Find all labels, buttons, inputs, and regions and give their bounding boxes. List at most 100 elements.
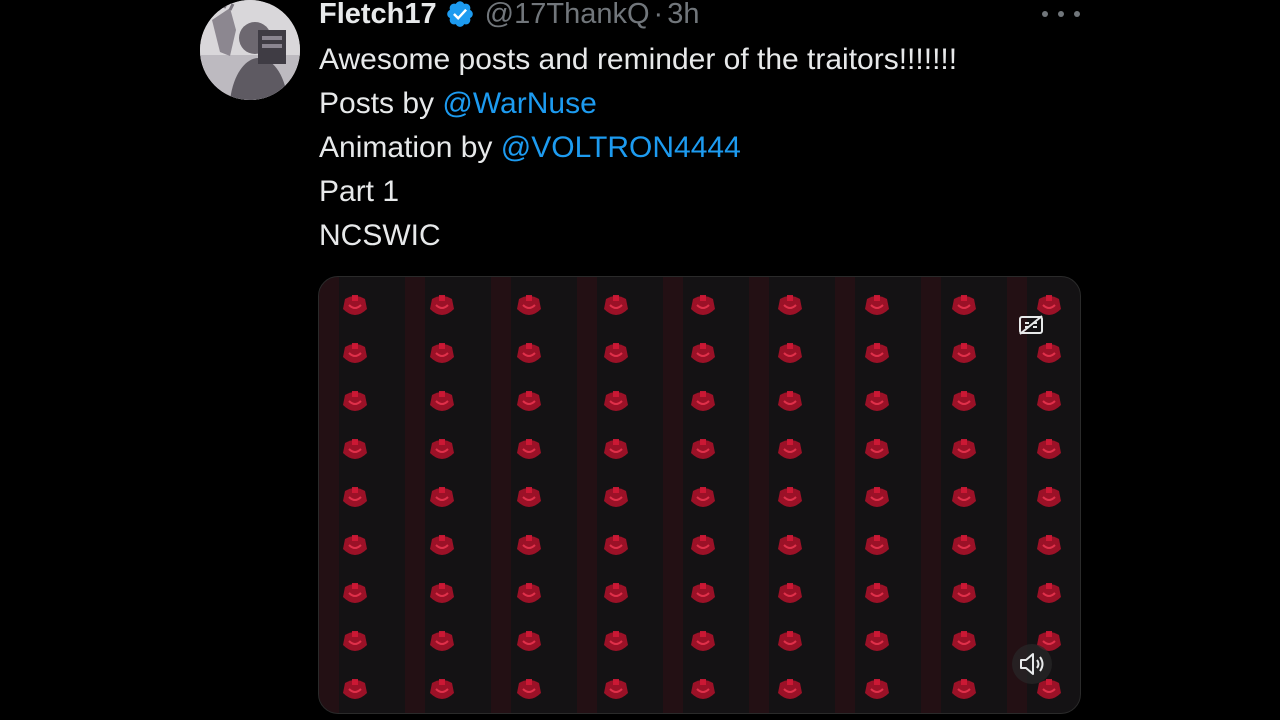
video-pattern-mark xyxy=(603,630,629,652)
video-pattern-mark xyxy=(342,678,368,700)
mention-link[interactable]: @VOLTRON4444 xyxy=(501,131,741,164)
video-pattern-mark xyxy=(516,630,542,652)
tweet-screen: Fletch17 @17ThankQ · 3h Awesome posts an… xyxy=(0,0,1280,720)
video-pattern-mark xyxy=(864,294,890,316)
video-pattern-mark xyxy=(777,678,803,700)
video-pattern-mark xyxy=(864,678,890,700)
video-pattern-mark xyxy=(777,630,803,652)
video-pattern-mark xyxy=(603,342,629,364)
video-pattern-mark xyxy=(342,486,368,508)
captions-off-icon xyxy=(1019,315,1043,335)
video-pattern-mark xyxy=(1036,486,1062,508)
video-pattern-mark xyxy=(429,486,455,508)
video-pattern-mark xyxy=(690,390,716,412)
video-pattern-mark xyxy=(1036,438,1062,460)
video-pattern-mark xyxy=(951,390,977,412)
video-pattern-mark xyxy=(777,534,803,556)
video-pattern-mark xyxy=(342,534,368,556)
tweet-line-text: Part 1 xyxy=(319,175,400,208)
video-pattern-mark xyxy=(603,438,629,460)
video-pattern-mark xyxy=(429,678,455,700)
author-display-name[interactable]: Fletch17 xyxy=(319,0,437,31)
video-pattern-mark xyxy=(777,342,803,364)
video-player[interactable] xyxy=(318,276,1081,714)
video-pattern-mark xyxy=(516,486,542,508)
video-pattern-mark xyxy=(603,390,629,412)
video-pattern-mark xyxy=(342,582,368,604)
video-pattern-mark xyxy=(516,390,542,412)
video-pattern-mark xyxy=(951,630,977,652)
video-pattern-mark xyxy=(951,486,977,508)
video-pattern-mark xyxy=(1036,534,1062,556)
video-pattern-mark xyxy=(1036,342,1062,364)
tweet-line: NCSWIC xyxy=(319,214,957,258)
tweet-line: Animation by @VOLTRON4444 xyxy=(319,126,957,170)
captions-button[interactable] xyxy=(1014,308,1048,342)
avatar-photo-icon xyxy=(200,0,300,100)
video-pattern-mark xyxy=(951,582,977,604)
tweet-line: Awesome posts and reminder of the traito… xyxy=(319,38,957,82)
tweet-line-text: Animation by xyxy=(319,131,501,164)
video-pattern-mark xyxy=(777,486,803,508)
video-pattern-mark xyxy=(690,582,716,604)
more-options-button[interactable] xyxy=(1042,2,1080,26)
post-time[interactable]: 3h xyxy=(667,0,699,31)
video-pattern xyxy=(342,294,1062,700)
video-pattern-mark xyxy=(690,342,716,364)
video-pattern-mark xyxy=(690,678,716,700)
video-pattern-mark xyxy=(429,390,455,412)
video-pattern-mark xyxy=(516,294,542,316)
video-pattern-mark xyxy=(429,534,455,556)
video-pattern-mark xyxy=(516,678,542,700)
video-pattern-mark xyxy=(1036,390,1062,412)
video-pattern-mark xyxy=(690,630,716,652)
video-pattern-mark xyxy=(864,342,890,364)
video-pattern-mark xyxy=(516,582,542,604)
tweet-header: Fletch17 @17ThankQ · 3h xyxy=(319,0,699,34)
video-pattern-mark xyxy=(777,438,803,460)
video-pattern-mark xyxy=(603,294,629,316)
video-pattern-mark xyxy=(603,678,629,700)
video-pattern-mark xyxy=(864,630,890,652)
video-pattern-mark xyxy=(951,342,977,364)
video-pattern-mark xyxy=(603,582,629,604)
video-pattern-mark xyxy=(1036,582,1062,604)
more-dot xyxy=(1074,11,1080,17)
volume-button[interactable] xyxy=(1012,644,1052,684)
video-pattern-mark xyxy=(429,582,455,604)
volume-icon xyxy=(1020,653,1044,675)
video-pattern-mark xyxy=(951,534,977,556)
video-pattern-mark xyxy=(516,534,542,556)
tweet-line-text: Posts by xyxy=(319,87,443,120)
video-pattern-mark xyxy=(690,534,716,556)
video-pattern-mark xyxy=(864,582,890,604)
video-pattern-mark xyxy=(342,630,368,652)
video-pattern-mark xyxy=(342,342,368,364)
tweet-line: Part 1 xyxy=(319,170,957,214)
video-pattern-mark xyxy=(690,294,716,316)
video-pattern-mark xyxy=(951,438,977,460)
video-pattern-mark xyxy=(516,342,542,364)
separator-dot: · xyxy=(653,0,664,30)
avatar[interactable] xyxy=(200,0,300,100)
video-pattern-mark xyxy=(951,678,977,700)
video-pattern-mark xyxy=(864,534,890,556)
video-pattern-mark xyxy=(342,294,368,316)
tweet-line: Posts by @WarNuse xyxy=(319,82,957,126)
video-pattern-mark xyxy=(342,438,368,460)
verified-badge-icon xyxy=(445,0,475,29)
video-pattern-mark xyxy=(864,486,890,508)
tweet-text: Awesome posts and reminder of the traito… xyxy=(319,38,957,258)
video-pattern-mark xyxy=(429,630,455,652)
video-pattern-mark xyxy=(777,294,803,316)
more-dot xyxy=(1058,11,1064,17)
video-pattern-mark xyxy=(342,390,368,412)
author-handle[interactable]: @17ThankQ xyxy=(485,0,650,31)
video-pattern-mark xyxy=(516,438,542,460)
mention-link[interactable]: @WarNuse xyxy=(442,87,596,120)
video-pattern-mark xyxy=(951,294,977,316)
video-pattern-mark xyxy=(603,486,629,508)
tweet-line-text: NCSWIC xyxy=(319,219,441,252)
more-dot xyxy=(1042,11,1048,17)
video-pattern-mark xyxy=(429,342,455,364)
